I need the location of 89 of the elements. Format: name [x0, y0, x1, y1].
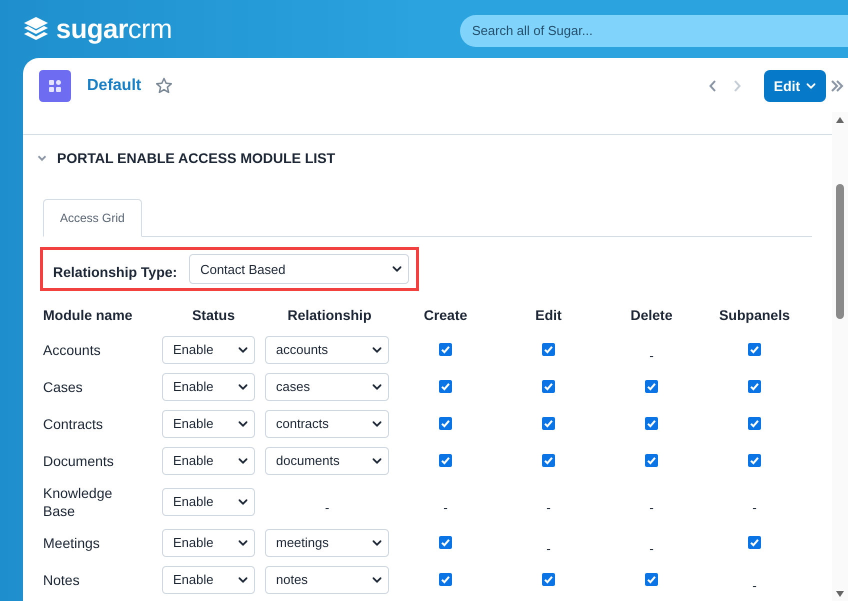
module-name: Accounts — [43, 340, 101, 358]
empty-dash: - — [752, 500, 757, 515]
chevron-down-icon[interactable] — [37, 153, 47, 163]
chevron-down-icon — [372, 344, 382, 354]
checkbox[interactable] — [748, 380, 761, 393]
chevron-down-icon — [372, 538, 382, 548]
status-dropdown[interactable]: Enable — [162, 372, 255, 400]
empty-dash: - — [649, 541, 654, 556]
checkbox[interactable] — [748, 343, 761, 356]
scrollbar[interactable] — [832, 112, 848, 601]
checkbox[interactable] — [645, 454, 658, 467]
scrollbar-thumb[interactable] — [836, 184, 844, 319]
relationship-type-dropdown[interactable]: Contact Based — [189, 254, 410, 284]
section-title: PORTAL ENABLE ACCESS MODULE LIST — [57, 150, 336, 166]
chevron-down-icon — [372, 418, 382, 428]
column-header: Relationship — [286, 306, 372, 325]
logo-wordmark: sugarcrm — [56, 14, 172, 44]
chevron-down-icon — [372, 574, 382, 584]
relationship-dropdown[interactable]: cases — [265, 372, 389, 400]
chevron-down-icon — [372, 456, 382, 466]
module-name: Cases — [43, 378, 83, 396]
edit-button[interactable]: Edit — [764, 70, 826, 102]
previous-icon[interactable] — [708, 79, 718, 93]
checkbox[interactable] — [542, 343, 555, 356]
column-header: Status — [191, 306, 236, 325]
empty-dash: - — [752, 578, 757, 593]
checkbox[interactable] — [542, 380, 555, 393]
status-dropdown[interactable]: Enable — [162, 336, 255, 364]
search-field[interactable]: Search all of Sugar... — [460, 14, 848, 46]
chevron-down-icon — [238, 456, 248, 466]
relationship-dropdown[interactable]: meetings — [265, 528, 389, 556]
empty-dash: - — [546, 500, 551, 515]
checkbox[interactable] — [645, 380, 658, 393]
empty-dash: - — [546, 541, 551, 556]
checkbox[interactable] — [542, 454, 555, 467]
checkbox[interactable] — [439, 417, 452, 430]
chevron-down-icon — [372, 382, 382, 392]
chevron-down-icon — [806, 81, 816, 91]
checkbox[interactable] — [439, 573, 452, 586]
relationship-dropdown[interactable]: documents — [265, 446, 389, 474]
status-dropdown[interactable]: Enable — [162, 488, 255, 516]
double-chevron-right-icon[interactable] — [830, 79, 844, 93]
status-dropdown[interactable]: Enable — [162, 528, 255, 556]
field-label: Relationship Type: — [53, 264, 178, 280]
empty-dash: - — [325, 500, 330, 515]
relationship-dropdown[interactable]: contracts — [265, 410, 389, 438]
status-dropdown[interactable]: Enable — [162, 446, 255, 474]
chevron-down-icon — [238, 344, 248, 354]
checkbox[interactable] — [439, 454, 452, 467]
module-name: Documents — [43, 452, 114, 470]
stacked-layers-icon — [22, 15, 50, 43]
relationship-dropdown[interactable]: notes — [265, 566, 389, 594]
record-title: Default — [87, 77, 142, 95]
relationship-dropdown[interactable]: accounts — [265, 336, 389, 364]
checkbox[interactable] — [748, 417, 761, 430]
column-header: Delete — [629, 306, 674, 325]
status-dropdown[interactable]: Enable — [162, 566, 255, 594]
chevron-down-icon — [238, 496, 248, 506]
dashboard-module-icon — [39, 70, 71, 102]
star-icon[interactable] — [155, 77, 174, 95]
module-name: Contracts — [43, 414, 103, 432]
module-name: Meetings — [43, 534, 100, 552]
checkbox[interactable] — [645, 573, 658, 586]
chevron-down-icon — [392, 264, 402, 274]
scroll-down-icon[interactable] — [835, 590, 845, 598]
chevron-down-icon — [238, 538, 248, 548]
column-header: Create — [422, 306, 468, 325]
chevron-down-icon — [238, 382, 248, 392]
chevron-down-icon — [238, 574, 248, 584]
tab[interactable]: Access Grid — [43, 199, 142, 237]
checkbox[interactable] — [439, 536, 452, 549]
empty-dash: - — [649, 500, 654, 515]
scroll-up-icon[interactable] — [835, 116, 845, 124]
checkbox[interactable] — [439, 343, 452, 356]
checkbox[interactable] — [542, 573, 555, 586]
column-header: Edit — [534, 306, 563, 325]
empty-dash: - — [649, 348, 654, 363]
checkbox[interactable] — [748, 536, 761, 549]
module-name: Notes — [43, 570, 80, 588]
checkbox[interactable] — [439, 380, 452, 393]
status-dropdown[interactable]: Enable — [162, 410, 255, 438]
checkbox[interactable] — [748, 454, 761, 467]
empty-dash: - — [443, 500, 448, 515]
column-header: Module name — [43, 306, 134, 325]
checkbox[interactable] — [645, 417, 658, 430]
module-name: Knowledge Base — [43, 484, 114, 520]
checkbox[interactable] — [542, 417, 555, 430]
chevron-down-icon — [238, 418, 248, 428]
column-header: Subpanels — [718, 306, 791, 325]
